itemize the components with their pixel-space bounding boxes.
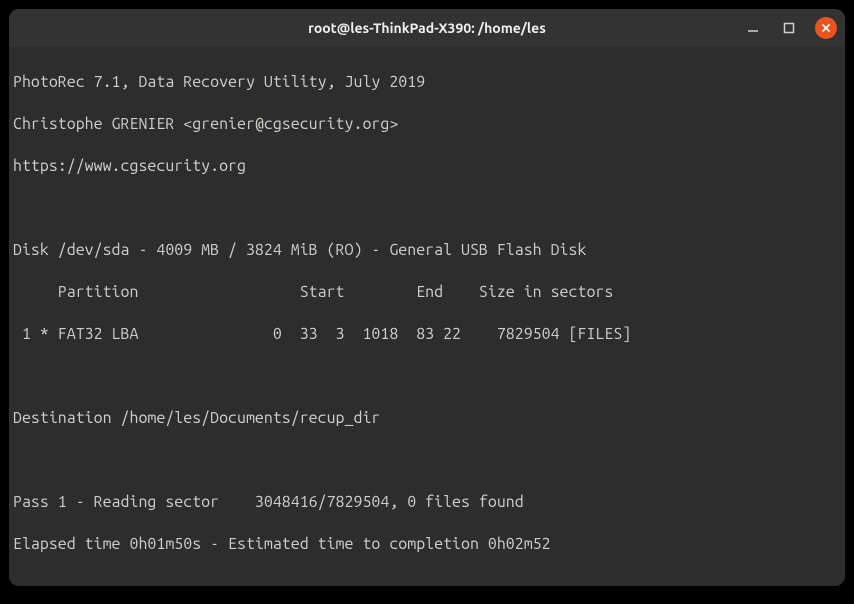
terminal-window: root@les-ThinkPad-X390: /home/les PhotoR… [9,9,845,586]
window-title: root@les-ThinkPad-X390: /home/les [308,20,546,36]
app-author-line: Christophe GRENIER <grenier@cgsecurity.o… [13,114,841,135]
partition-header-line: Partition Start End Size in sectors [13,282,841,303]
window-controls [743,9,837,47]
blank-line [13,366,841,387]
app-header-line: PhotoRec 7.1, Data Recovery Utility, Jul… [13,72,841,93]
minimize-button[interactable] [743,18,763,38]
pass-progress-line: Pass 1 - Reading sector 3048416/7829504,… [13,492,841,513]
blank-line [13,450,841,471]
close-button[interactable] [815,17,837,39]
partition-row-line: 1 * FAT32 LBA 0 33 3 1018 83 22 7829504 … [13,324,841,345]
app-url-line: https://www.cgsecurity.org [13,156,841,177]
terminal-body: PhotoRec 7.1, Data Recovery Utility, Jul… [9,47,845,586]
blank-line [13,198,841,219]
minimize-icon [747,22,759,34]
titlebar: root@les-ThinkPad-X390: /home/les [9,9,845,47]
maximize-button[interactable] [779,18,799,38]
elapsed-time-line: Elapsed time 0h01m50s - Estimated time t… [13,534,841,555]
close-icon [821,23,831,33]
destination-line: Destination /home/les/Documents/recup_di… [13,408,841,429]
maximize-icon [783,22,795,34]
disk-info-line: Disk /dev/sda - 4009 MB / 3824 MiB (RO) … [13,240,841,261]
